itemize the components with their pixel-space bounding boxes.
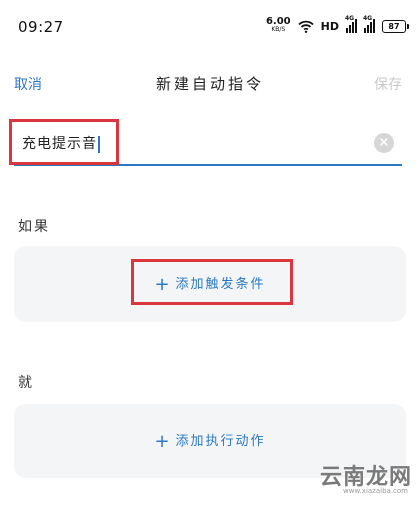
status-time: 09:27 [18, 18, 64, 36]
signal-icon: 4G [345, 15, 357, 33]
save-button[interactable]: 保存 [374, 74, 402, 94]
clear-icon[interactable]: × [374, 133, 394, 153]
signal-tag: 4G [363, 15, 373, 22]
highlight-box-name [9, 119, 119, 165]
network-speed-value: 6.00 [265, 16, 291, 27]
battery-level: 87 [388, 21, 400, 31]
watermark-url: www.xiazaiba.com [343, 487, 408, 495]
battery-icon: 87 [382, 19, 409, 33]
signal-icon: 4G [363, 15, 375, 33]
page-title: 新建自动指令 [155, 75, 264, 93]
highlight-box-trigger [131, 259, 293, 305]
add-action-label: 添加执行动作 [175, 434, 266, 449]
nav-header: 取消 新建自动指令 保存 [0, 62, 420, 106]
signal-tag: 4G [345, 15, 355, 22]
watermark: 云南龙网 www.xiazaiba.com [294, 459, 412, 499]
network-speed-unit: KB/S [271, 26, 286, 33]
status-icons: 6.00 KB/S HD 4G 4G 87 [265, 15, 409, 36]
network-speed: 6.00 KB/S [265, 16, 291, 34]
add-action-button[interactable]: + 添加执行动作 [14, 430, 406, 452]
hd-badge: HD [320, 19, 339, 33]
if-section-label: 如果 [18, 219, 50, 235]
status-bar: 09:27 6.00 KB/S HD 4G 4G 87 [0, 0, 420, 56]
then-section-label: 就 [18, 375, 34, 391]
wifi-icon [298, 20, 314, 33]
plus-icon: + [154, 431, 172, 452]
